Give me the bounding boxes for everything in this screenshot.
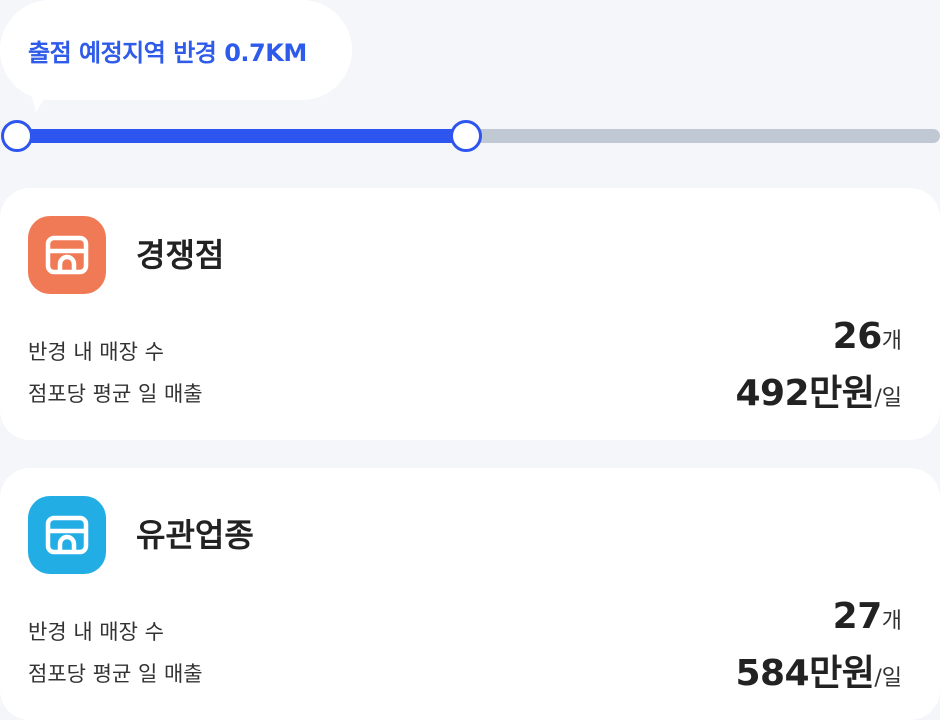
avg-sales-number: 492만원 — [735, 373, 875, 414]
slider-fill — [14, 129, 464, 143]
card-title: 경쟁점 — [136, 236, 225, 274]
store-count-number: 26 — [832, 316, 883, 357]
related-business-card[interactable]: 유관업종 반경 내 매장 수 27개 점포당 평균 일 매출 584만원/일 — [0, 468, 940, 720]
avg-sales-value: 492만원/일 — [735, 364, 902, 416]
avg-sales-label: 점포당 평균 일 매출 — [28, 382, 203, 406]
store-count-unit: 개 — [881, 609, 902, 634]
store-count-unit: 개 — [881, 329, 902, 354]
store-count-label: 반경 내 매장 수 — [28, 620, 164, 644]
radius-slider[interactable] — [0, 120, 940, 154]
radius-tooltip: 출점 예정지역 반경 0.7KM — [0, 0, 352, 100]
competitor-card[interactable]: 경쟁점 반경 내 매장 수 26개 점포당 평균 일 매출 492만원/일 — [0, 188, 940, 440]
tooltip-tail — [30, 90, 50, 112]
store-count-number: 27 — [832, 596, 883, 637]
store-count-label: 반경 내 매장 수 — [28, 340, 164, 364]
card-title: 유관업종 — [136, 516, 254, 554]
avg-sales-unit: /일 — [874, 386, 902, 411]
radius-label: 출점 예정지역 반경 0.7KM — [28, 38, 307, 67]
store-icon — [28, 216, 106, 294]
store-count-value: 26개 — [833, 316, 902, 357]
store-icon — [28, 496, 106, 574]
store-count-value: 27개 — [833, 596, 902, 637]
slider-handle-start[interactable] — [1, 120, 33, 152]
avg-sales-number: 584만원 — [735, 653, 875, 694]
slider-handle-end[interactable] — [450, 120, 483, 152]
avg-sales-unit: /일 — [874, 666, 902, 691]
avg-sales-label: 점포당 평균 일 매출 — [28, 662, 203, 686]
avg-sales-value: 584만원/일 — [735, 644, 902, 696]
